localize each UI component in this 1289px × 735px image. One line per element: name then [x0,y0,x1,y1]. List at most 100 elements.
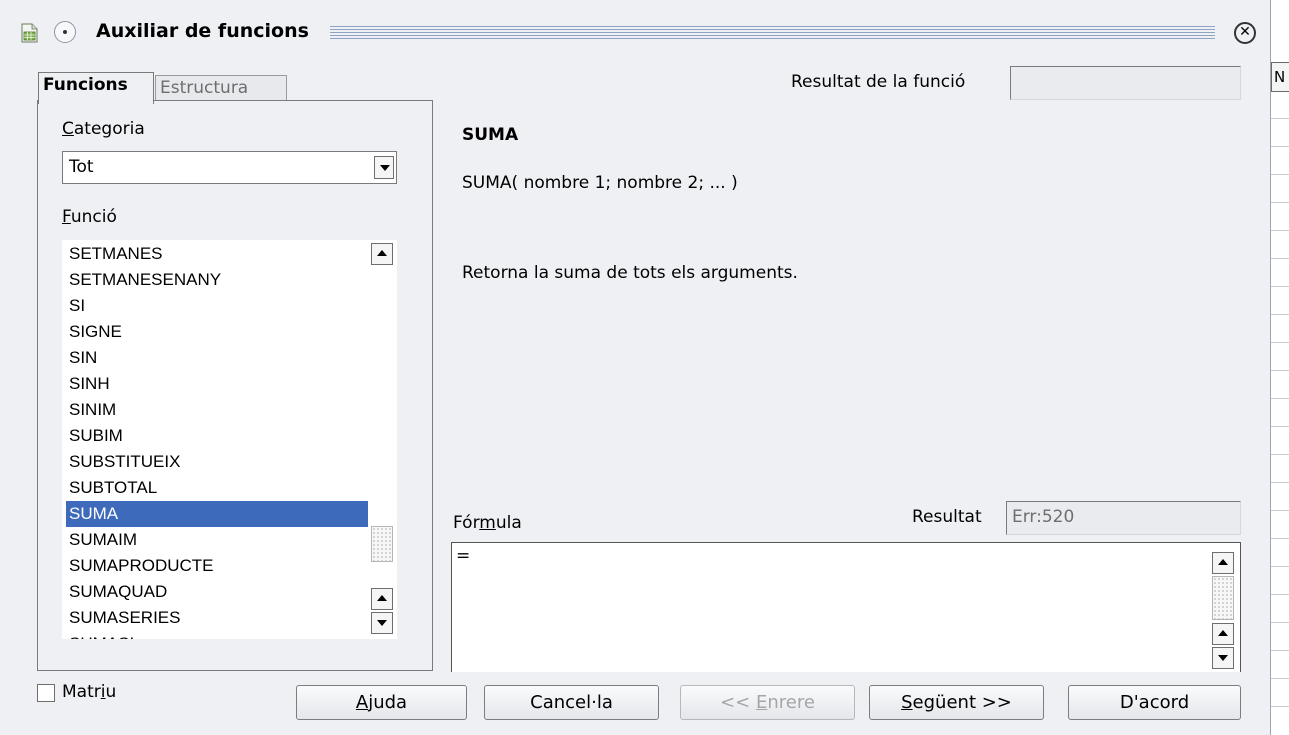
list-item[interactable]: SIN [66,345,368,371]
help-button-mnemonic: A [355,692,369,713]
row-line [1271,650,1289,651]
result-value: Err:520 [1012,507,1075,527]
ok-button-label: D'acord [1119,692,1190,713]
category-label-mnemonic: C [62,119,74,139]
tab-estructura[interactable]: Estructura [155,75,287,101]
function-result-label: Resultat de la funció [791,72,966,92]
row-line [1271,258,1289,259]
scroll-up-arrow-icon[interactable] [1212,552,1234,574]
row-line [1271,510,1289,511]
list-item[interactable]: SUBSTITUEIX [66,449,368,475]
row-line [1271,538,1289,539]
function-label-text: unció [70,207,117,227]
row-line [1271,706,1289,707]
function-listbox[interactable]: SETMANES SETMANESENANY SI SIGNE SIN SINH… [62,240,397,639]
matrix-label-post: u [105,682,117,702]
list-item[interactable]: SUBIM [66,423,368,449]
row-line [1271,398,1289,399]
scroll-thumb[interactable] [371,526,393,562]
row-line [1271,230,1289,231]
scroll-down-arrow-icon[interactable] [1212,647,1234,669]
spreadsheet-icon [21,23,38,43]
result-field: Err:520 [1006,501,1241,535]
help-button[interactable]: Ajuda [296,685,467,720]
row-line [1271,286,1289,287]
function-description: Retorna la suma de tots els arguments. [462,263,798,283]
back-button-text: nrere [767,692,815,713]
function-syntax: SUMA( nombre 1; nombre 2; ... ) [462,173,738,193]
background-spreadsheet: N [1271,0,1289,735]
formula-label: Fórmula [453,513,522,533]
close-icon[interactable]: ✕ [1234,22,1256,44]
row-line [1271,426,1289,427]
help-button-text: juda [368,692,408,713]
next-button-mnemonic: S [901,692,913,713]
category-label: Categoria [62,119,145,139]
list-item[interactable]: SUMASERIES [66,605,368,631]
category-select[interactable]: Tot [62,151,397,184]
title-bar[interactable]: Auxiliar de funcions ✕ [0,8,1270,56]
scroll-thumb[interactable] [1212,576,1234,620]
matrix-checkbox[interactable] [37,684,55,702]
function-name: SUMA [462,125,519,145]
formula-label-pre: Fór [453,513,480,533]
row-line [1271,566,1289,567]
formula-text: = [456,546,471,566]
category-label-text: ategoria [73,119,145,139]
row-line [1271,342,1289,343]
function-label: Funció [62,207,117,227]
row-line [1271,622,1289,623]
result-label: Resultat [912,507,982,527]
back-button[interactable]: << Enrere [680,685,855,720]
list-item[interactable]: SUMAPRODUCTE [66,553,368,579]
cancel-button[interactable]: Cancel·la [484,685,659,720]
next-button[interactable]: Següent >> [869,685,1044,720]
chevron-down-icon[interactable] [374,156,394,179]
list-item[interactable]: SINH [66,371,368,397]
list-item[interactable]: SUMASI [66,631,368,639]
row-line [1271,482,1289,483]
list-item[interactable]: SUBTOTAL [66,475,368,501]
scroll-up-arrow-icon[interactable] [371,243,393,265]
formula-label-post: ula [495,513,522,533]
tab-funcions[interactable]: Funcions [38,72,154,104]
function-label-mnemonic: F [62,207,71,227]
window-menu-icon[interactable] [54,21,76,43]
row-line [1271,174,1289,175]
matrix-label-pre: Matr [62,682,101,702]
row-line [1271,146,1289,147]
ok-button[interactable]: D'acord [1068,685,1241,720]
window-title: Auxiliar de funcions [96,20,309,42]
row-line [1271,454,1289,455]
function-wizard-dialog: Auxiliar de funcions ✕ Funcions Estructu… [0,0,1271,735]
function-result-field [1010,66,1241,100]
next-button-text: egüent >> [912,692,1012,713]
back-button-mnemonic: E [755,692,768,713]
row-line [1271,118,1289,119]
list-item[interactable]: SUMAIM [66,527,368,553]
function-list-scrollbar[interactable] [371,240,397,639]
title-bar-stripes [330,26,1215,40]
list-item[interactable]: SUMAQUAD [66,579,368,605]
scroll-down-arrow-icon[interactable] [371,612,393,634]
formula-editor[interactable]: = [451,542,1241,672]
scroll-up-arrow-icon[interactable] [371,588,393,610]
list-item-selected[interactable]: SUMA [66,501,368,527]
row-line [1271,314,1289,315]
row-line [1271,370,1289,371]
category-value: Tot [69,157,94,177]
scroll-up-arrow-icon[interactable] [1212,623,1234,645]
list-item[interactable]: SIGNE [66,319,368,345]
list-item[interactable]: SETMANES [66,241,368,267]
matrix-label[interactable]: Matriu [62,682,116,702]
cancel-button-label: Cancel·la [530,692,613,713]
column-header: N [1271,62,1289,92]
list-item[interactable]: SI [66,293,368,319]
list-item[interactable]: SETMANESENANY [66,267,368,293]
list-item[interactable]: SINIM [66,397,368,423]
formula-label-mnemonic: m [479,513,496,533]
row-line [1271,202,1289,203]
row-line [1271,594,1289,595]
formula-scrollbar[interactable] [1212,547,1238,671]
back-button-pre: << [720,692,756,713]
